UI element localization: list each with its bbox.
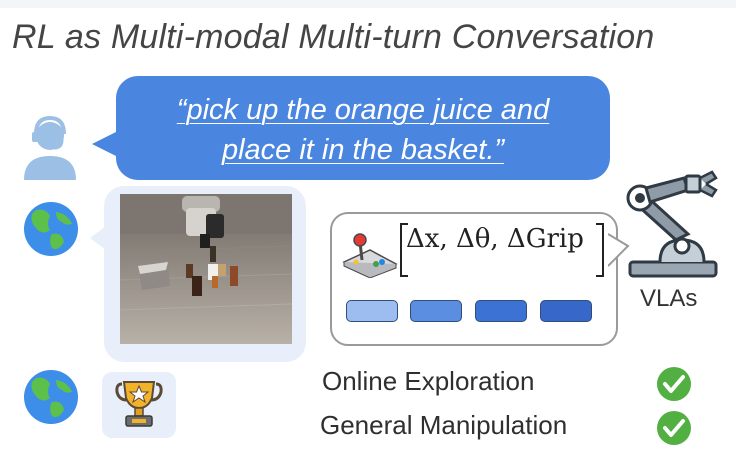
trophy-icon <box>115 381 163 427</box>
robot-scene-image <box>120 194 292 344</box>
globe-icon <box>24 202 78 256</box>
instruction-line-1: “pick up the orange juice and <box>176 94 550 126</box>
vla-label: VLAs <box>640 285 698 312</box>
instruction-line-2: place it in the basket.” <box>221 134 505 166</box>
check-icon <box>657 367 691 401</box>
action-token <box>346 300 398 322</box>
formula-right-bracket <box>596 223 604 277</box>
robot-arm-icon <box>626 170 718 278</box>
top-border <box>0 0 736 8</box>
action-token <box>410 300 462 322</box>
globe-icon <box>24 370 78 424</box>
action-token <box>475 300 527 322</box>
feature-general-manipulation: General Manipulation <box>320 410 568 440</box>
joystick-icon <box>342 233 398 278</box>
user-instruction: “pick up the orange juice and place it i… <box>116 90 610 170</box>
action-token <box>540 300 592 322</box>
check-icon <box>657 411 691 445</box>
diagram-title: RL as Multi-modal Multi-turn Conversatio… <box>12 18 655 56</box>
action-formula: Δx, Δθ, ΔGrip <box>406 224 584 254</box>
user-headset-icon <box>24 115 76 180</box>
feature-online-exploration: Online Exploration <box>322 366 535 396</box>
